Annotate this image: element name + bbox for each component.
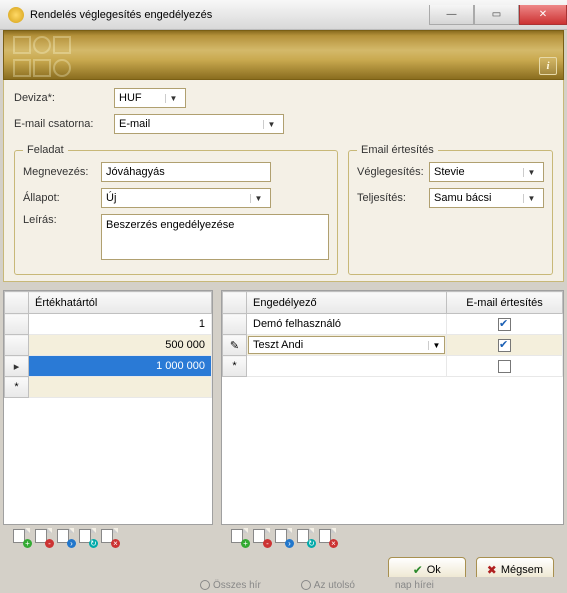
table-row-editing[interactable]: ✎ Teszt Andi ▼ (223, 335, 563, 356)
email-channel-label: E-mail csatorna: (14, 118, 114, 130)
task-fieldset: Feladat Megnevezés: Állapot: Új ▼ Leírás… (14, 144, 338, 275)
col-email-notify[interactable]: E-mail értesítés (447, 292, 563, 314)
grids-area: Értékhatártól 1 500 000 ▸ 1 000 000 * (3, 290, 564, 525)
chevron-down-icon: ▼ (523, 194, 539, 203)
col-threshold[interactable]: Értékhatártól (29, 292, 212, 314)
finalize-combo[interactable]: Stevie ▼ (429, 162, 544, 182)
left-grid-toolbar: + - › ↻ × (13, 529, 213, 545)
table-new-row[interactable]: * (5, 377, 212, 398)
x-icon: ✖ (487, 563, 497, 577)
banner-decoration (12, 35, 102, 77)
table-row-selected[interactable]: ▸ 1 000 000 (5, 356, 212, 377)
email-checkbox[interactable] (498, 339, 511, 352)
table-row[interactable]: 1 (5, 314, 212, 335)
right-grid-toolbar: + - › ↻ × (231, 529, 564, 545)
task-desc-label: Leírás: (23, 214, 101, 226)
check-icon: ✔ (413, 563, 423, 577)
maximize-button[interactable]: ▭ (474, 5, 519, 25)
email-channel-value: E-mail (119, 118, 150, 130)
task-legend: Feladat (23, 144, 68, 156)
clear-row-icon[interactable]: × (101, 529, 117, 545)
email-checkbox[interactable] (498, 318, 511, 331)
table-row[interactable]: 500 000 (5, 335, 212, 356)
window-buttons: — ▭ ✕ (429, 5, 567, 25)
close-button[interactable]: ✕ (519, 5, 567, 25)
email-checkbox[interactable] (498, 360, 511, 373)
threshold-grid[interactable]: Értékhatártól 1 500 000 ▸ 1 000 000 * (3, 290, 213, 525)
approver-grid[interactable]: Engedélyező E-mail értesítés Demó felhas… (221, 290, 564, 525)
refresh-row-icon[interactable]: ↻ (79, 529, 95, 545)
table-row[interactable]: Demó felhasználó (223, 314, 563, 335)
email-channel-combo[interactable]: E-mail ▼ (114, 114, 284, 134)
radio-icon (301, 580, 311, 590)
chevron-down-icon: ▼ (263, 120, 279, 129)
table-new-row[interactable]: * (223, 356, 563, 377)
task-status-label: Állapot: (23, 192, 101, 204)
task-name-input[interactable] (101, 162, 271, 182)
task-status-value: Új (106, 192, 116, 204)
content-area: Deviza*: HUF ▼ E-mail csatorna: E-mail ▼… (3, 80, 564, 282)
chevron-down-icon: ▼ (250, 194, 266, 203)
info-icon[interactable]: i (539, 57, 557, 75)
notify-legend: Email értesítés (357, 144, 438, 156)
background-strip: Összes hír Az utolsó nap hírei (0, 577, 567, 593)
approver-combo[interactable]: Teszt Andi ▼ (248, 336, 445, 354)
col-approver[interactable]: Engedélyező (247, 292, 447, 314)
new-row-icon: * (5, 377, 29, 398)
task-desc-textarea[interactable]: Beszerzés engedélyezése (101, 214, 329, 260)
export-row-icon[interactable]: › (57, 529, 73, 545)
app-icon (8, 7, 24, 23)
finalize-value: Stevie (434, 166, 465, 178)
clear-row-icon[interactable]: × (319, 529, 335, 545)
currency-value: HUF (119, 92, 142, 104)
delete-row-icon[interactable]: - (35, 529, 51, 545)
delete-row-icon[interactable]: - (253, 529, 269, 545)
currency-combo[interactable]: HUF ▼ (114, 88, 186, 108)
fulfill-label: Teljesítés: (357, 192, 429, 204)
new-row-icon: * (223, 356, 247, 377)
row-header-corner (5, 292, 29, 314)
chevron-down-icon: ▼ (523, 168, 539, 177)
minimize-button[interactable]: — (429, 5, 474, 25)
notify-fieldset: Email értesítés Véglegesítés: Stevie ▼ T… (348, 144, 553, 275)
edit-row-icon: ✎ (223, 335, 247, 356)
radio-icon (200, 580, 210, 590)
export-row-icon[interactable]: › (275, 529, 291, 545)
titlebar: Rendelés véglegesítés engedélyezés — ▭ ✕ (0, 0, 567, 30)
finalize-label: Véglegesítés: (357, 166, 429, 178)
window-title: Rendelés véglegesítés engedélyezés (30, 9, 212, 21)
chevron-down-icon: ▼ (428, 341, 444, 350)
add-row-icon[interactable]: + (231, 529, 247, 545)
chevron-down-icon: ▼ (165, 94, 181, 103)
currency-label: Deviza*: (14, 92, 114, 104)
refresh-row-icon[interactable]: ↻ (297, 529, 313, 545)
row-header-corner (223, 292, 247, 314)
add-row-icon[interactable]: + (13, 529, 29, 545)
task-name-label: Megnevezés: (23, 166, 101, 178)
fulfill-combo[interactable]: Samu bácsi ▼ (429, 188, 544, 208)
fulfill-value: Samu bácsi (434, 192, 491, 204)
task-status-combo[interactable]: Új ▼ (101, 188, 271, 208)
current-row-indicator-icon: ▸ (5, 356, 29, 377)
header-banner: i (3, 30, 564, 80)
